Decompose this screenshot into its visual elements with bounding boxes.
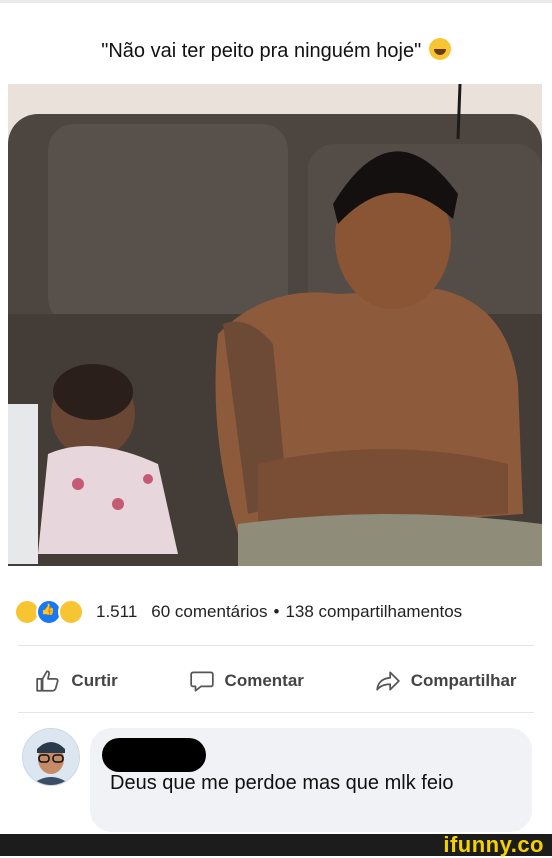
caption-text: "Não vai ter peito pra ninguém hoje" xyxy=(101,40,422,62)
share-button[interactable]: Compartilhar xyxy=(375,668,517,694)
user-avatar-icon xyxy=(23,729,79,785)
share-label: Compartilhar xyxy=(410,671,517,690)
avatar[interactable] xyxy=(22,728,80,786)
like-button[interactable]: Curtir xyxy=(35,668,118,694)
post-actions: Curtir Comentar Compartilhar xyxy=(0,660,552,702)
comment-label: Comentar xyxy=(224,671,304,690)
actions-divider-top xyxy=(18,645,534,646)
top-divider xyxy=(0,0,552,3)
post-photo[interactable] xyxy=(8,84,542,566)
watermark-bar: ifunny.co xyxy=(0,832,552,857)
ifunny-watermark: ifunny.co xyxy=(443,832,544,857)
reaction-icons xyxy=(14,599,84,625)
shares-count[interactable]: 138 compartilhamentos xyxy=(285,602,462,622)
comment-icon xyxy=(189,671,214,692)
sad-reaction-icon xyxy=(58,599,84,625)
post-caption: "Não vai ter peito pra ninguém hoje" xyxy=(0,38,552,63)
like-label: Curtir xyxy=(71,671,118,690)
comments-count[interactable]: 60 comentários xyxy=(151,602,267,622)
comment-text: Deus que me perdoe mas que mlk feio xyxy=(110,772,454,794)
meta-separator: • xyxy=(273,602,280,621)
reaction-count: 1.511 xyxy=(96,602,138,621)
share-icon xyxy=(376,671,400,691)
photo-illustration xyxy=(8,84,542,566)
grinning-sweat-icon xyxy=(428,38,451,60)
comment-button[interactable]: Comentar xyxy=(189,668,304,694)
redacted-username xyxy=(102,738,206,772)
thumbs-up-icon xyxy=(36,670,60,692)
reaction-summary[interactable]: 1.511 60 comentários • 138 compartilhame… xyxy=(14,598,534,626)
actions-divider-bottom xyxy=(18,712,534,713)
